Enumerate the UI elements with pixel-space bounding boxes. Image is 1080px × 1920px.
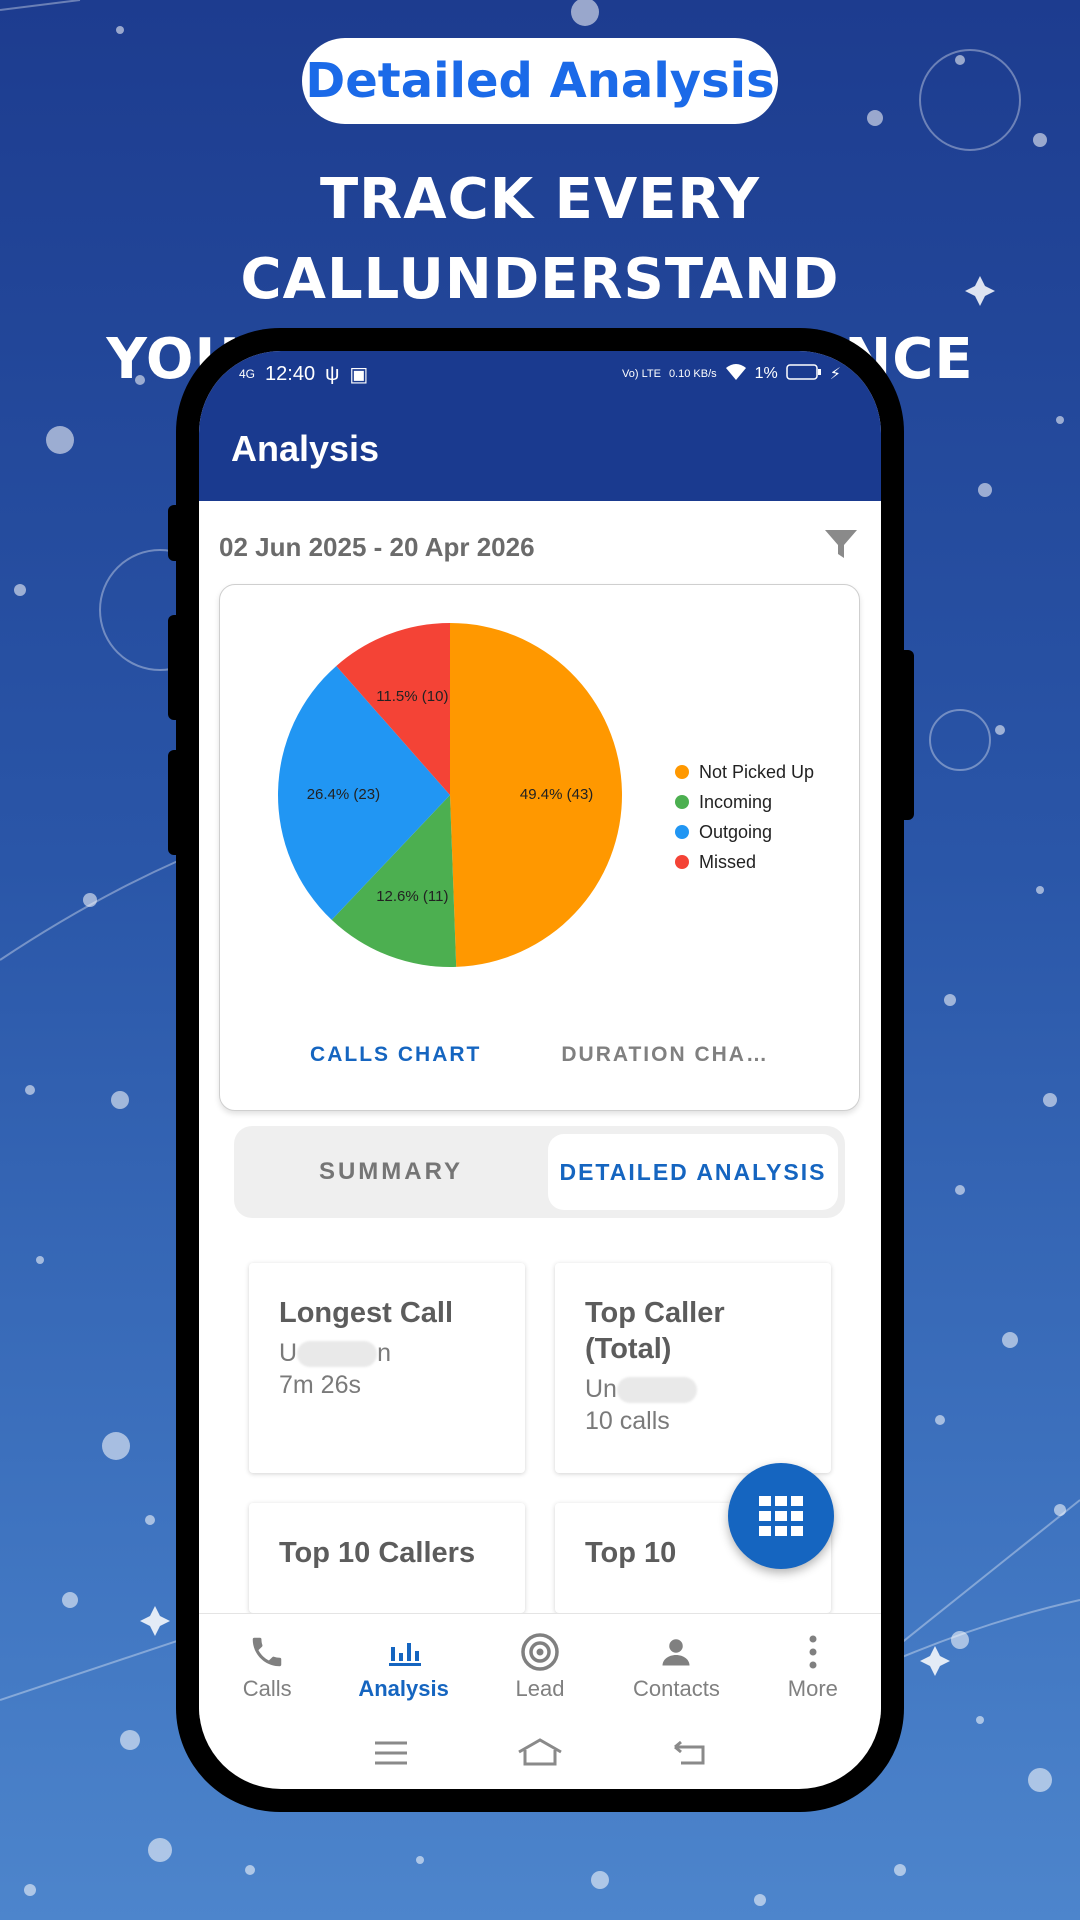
nav-analysis[interactable]: Analysis [335, 1614, 471, 1719]
legend-swatch [675, 855, 689, 869]
system-navigation-bar [199, 1721, 881, 1789]
status-time: 12:40 [265, 362, 316, 385]
card-title: Top 10 Callers [279, 1537, 476, 1569]
more-vertical-icon [807, 1632, 819, 1672]
usb-icon: ψ [325, 362, 340, 385]
legend-label: Not Picked Up [699, 761, 815, 782]
status-bar: 4G 12:40 ψ ▣ Vo) LTE 0.10 KB/s 1% ⚡ [199, 351, 881, 397]
nav-label: Lead [515, 1675, 565, 1701]
phone-icon [248, 1632, 286, 1672]
chart-card: 49.4% (43) 12.6% (11) 26.4% (23) 11.5% (10)… [219, 584, 860, 1111]
pie-slice-label: 26.4% (23) [307, 786, 380, 803]
legend-item: Incoming [675, 787, 814, 817]
nav-contacts[interactable]: Contacts [608, 1614, 744, 1719]
nav-label: Contacts [633, 1675, 720, 1701]
promo-pill: Detailed Analysis [302, 38, 778, 124]
legend-item: Not Picked Up [675, 757, 814, 787]
redacted-name [616, 1377, 697, 1404]
nav-lead[interactable]: Lead [472, 1614, 608, 1719]
phone-screen: 4G 12:40 ψ ▣ Vo) LTE 0.10 KB/s 1% ⚡ Anal… [199, 351, 881, 1789]
analysis-segment-control: SUMMARY DETAILED ANALYSIS [234, 1126, 845, 1218]
redacted-name [297, 1341, 378, 1368]
network-icon: 4G [239, 367, 256, 381]
notification-icon: ▣ [349, 363, 369, 386]
charging-icon: ⚡ [829, 366, 841, 383]
nav-calls[interactable]: Calls [199, 1614, 335, 1719]
date-filter-row: 02 Jun 2025 - 20 Apr 2026 [219, 527, 859, 567]
caller-name: Un [279, 1339, 391, 1368]
chart-tabs: CALLS CHART DURATION CHA… [220, 1025, 859, 1085]
nav-more[interactable]: More [745, 1614, 881, 1719]
dialpad-fab[interactable] [728, 1463, 834, 1569]
top-10-callers-card[interactable]: Top 10 Callers [249, 1503, 525, 1613]
tab-calls-chart[interactable]: CALLS CHART [310, 1043, 481, 1067]
battery-percent: 1% [754, 365, 778, 382]
legend-label: Missed [699, 851, 757, 872]
top-caller-card[interactable]: Top Caller (Total) Un 10 calls [555, 1263, 831, 1473]
date-range[interactable]: 02 Jun 2025 - 20 Apr 2026 [219, 532, 535, 563]
legend-swatch [675, 825, 689, 839]
target-icon [520, 1632, 560, 1672]
filter-icon[interactable] [823, 528, 859, 567]
dialpad-icon [759, 1496, 803, 1536]
legend-label: Incoming [699, 791, 773, 812]
volte-indicator: Vo) LTE [622, 368, 661, 380]
page-title: Analysis [231, 428, 380, 469]
card-value: 10 calls [585, 1407, 670, 1435]
nav-label: More [787, 1675, 838, 1701]
tab-duration-chart[interactable]: DURATION CHA… [561, 1043, 769, 1067]
wifi-icon [725, 363, 747, 386]
back-icon[interactable] [671, 1739, 707, 1772]
battery-icon [786, 363, 822, 386]
bottom-navigation: Calls Analysis Lead Contacts More [199, 1613, 881, 1719]
chart-legend: Not Picked Up Incoming Outgoing Missed [675, 757, 814, 877]
menu-icon[interactable] [373, 1739, 409, 1772]
card-value: 7m 26s [279, 1371, 361, 1399]
pie-slice-label: 49.4% (43) [520, 786, 593, 803]
card-title: Longest Call [279, 1297, 454, 1329]
bar-chart-icon [387, 1632, 421, 1672]
nav-label: Analysis [358, 1675, 449, 1701]
legend-item: Missed [675, 847, 814, 877]
pie-slice-label: 11.5% (10) [376, 688, 448, 705]
person-icon [658, 1632, 694, 1672]
card-title: Top Caller (Total) [585, 1297, 725, 1365]
caller-name: Un [585, 1373, 801, 1405]
legend-label: Outgoing [699, 821, 773, 842]
headline-line-1: TRACK EVERY CALLUNDERSTAND [240, 167, 840, 312]
segment-summary[interactable]: SUMMARY [242, 1134, 540, 1210]
home-icon[interactable] [517, 1737, 563, 1773]
app-bar: Analysis [199, 397, 881, 501]
legend-item: Outgoing [675, 817, 814, 847]
network-speed: 0.10 KB/s [668, 368, 717, 380]
pie-chart: 49.4% (43) 12.6% (11) 26.4% (23) 11.5% (10) [278, 623, 623, 967]
legend-swatch [675, 765, 689, 779]
nav-label: Calls [242, 1675, 292, 1701]
legend-swatch [675, 795, 689, 809]
longest-call-card[interactable]: Longest Call Un 7m 26s [249, 1263, 525, 1473]
pie-slice-label: 12.6% (11) [376, 888, 448, 905]
segment-detailed-analysis[interactable]: DETAILED ANALYSIS [548, 1134, 838, 1210]
